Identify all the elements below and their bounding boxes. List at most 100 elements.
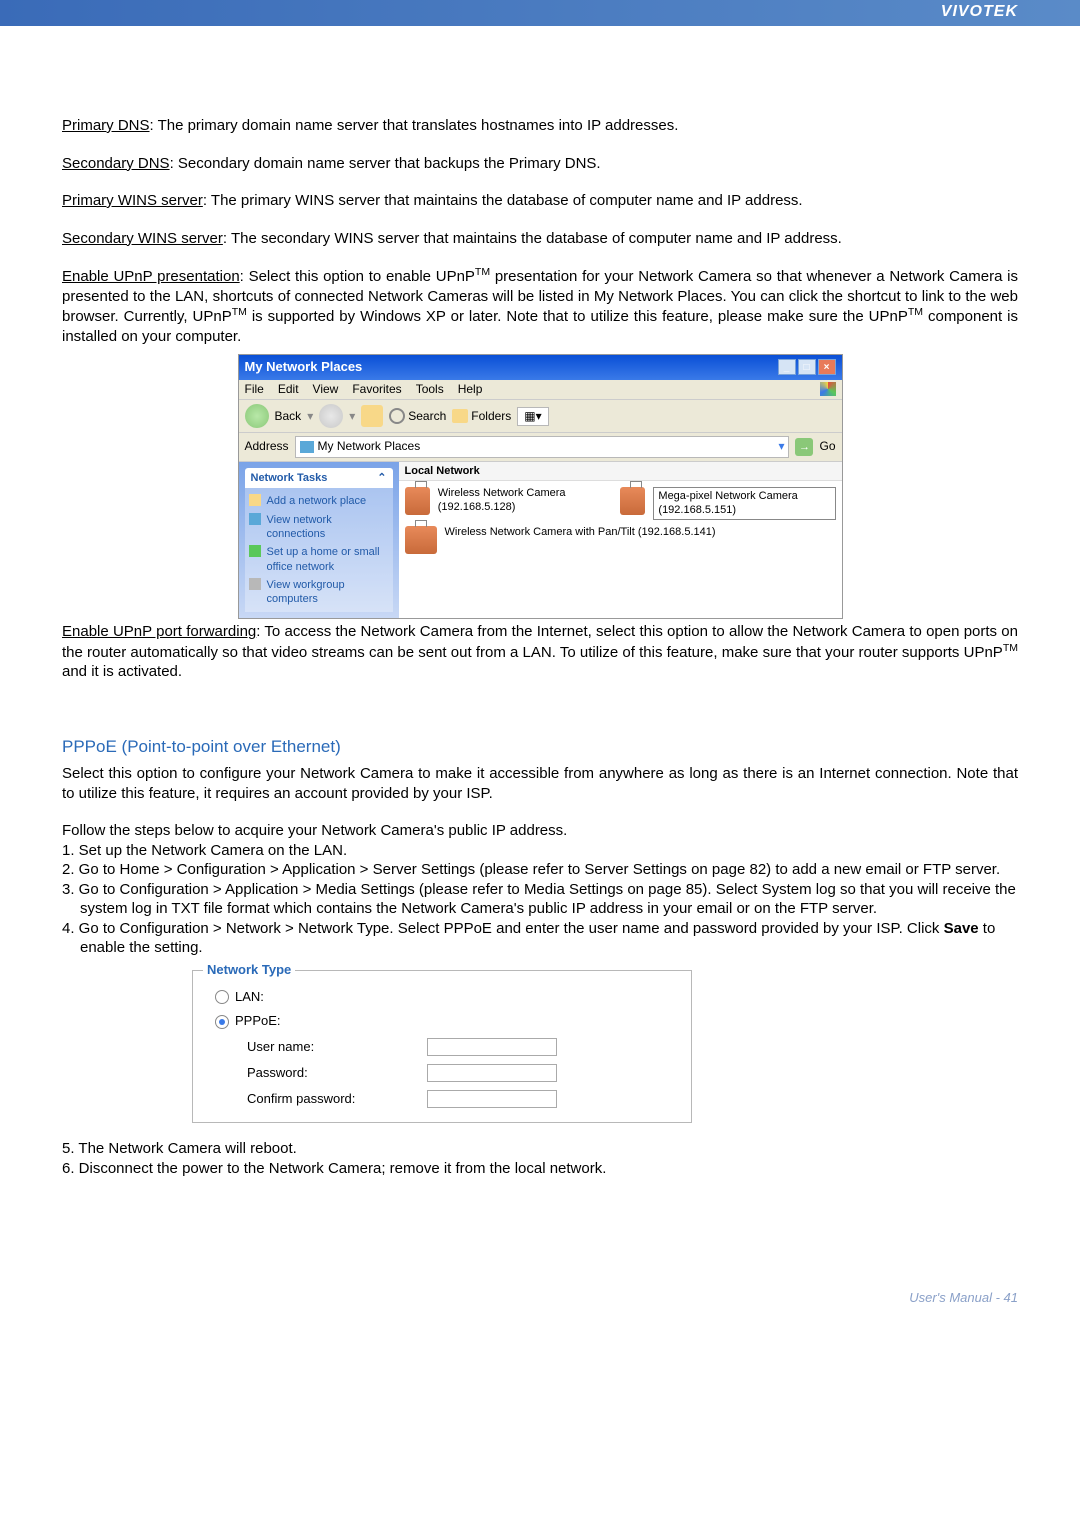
network-tasks-header[interactable]: Network Tasks ⌃ [245, 468, 393, 488]
pppoe-section-title: PPPoE (Point-to-point over Ethernet) [62, 736, 1018, 758]
address-input[interactable]: My Network Places ▾ [295, 436, 790, 458]
page-content: Primary DNS: The primary domain name ser… [0, 26, 1080, 1230]
camera-icon [620, 487, 645, 515]
primary-dns-def: Primary DNS: The primary domain name ser… [62, 116, 1018, 136]
pppoe-steps: Follow the steps below to acquire your N… [62, 821, 1018, 958]
minimize-button[interactable]: _ [778, 359, 796, 375]
menu-edit[interactable]: Edit [278, 382, 299, 398]
shield-icon [249, 545, 261, 557]
pppoe-step-1: 1. Set up the Network Camera on the LAN. [62, 841, 1018, 861]
menu-file[interactable]: File [245, 382, 264, 398]
maximize-button[interactable]: □ [798, 359, 816, 375]
pppoe-step-3: 3. Go to Configuration > Application > M… [62, 880, 1018, 919]
secondary-wins-text: : The secondary WINS server that maintai… [223, 230, 842, 247]
network-type-legend: Network Type [203, 962, 295, 979]
address-label: Address [245, 439, 289, 455]
go-label: Go [819, 439, 835, 455]
page-brand-band: VIVOTEK [0, 0, 1080, 26]
primary-wins-text: : The primary WINS server that maintains… [203, 192, 803, 209]
close-button[interactable]: × [818, 359, 836, 375]
folders-button[interactable]: Folders [452, 409, 511, 425]
network-type-panel: Network Type LAN: PPPoE: User name: Pass… [192, 970, 692, 1124]
views-icon[interactable]: ▦▾ [517, 407, 548, 427]
toolbar: Back ▾ ▾ Search Folders ▦▾ [239, 400, 842, 433]
side-view-connections[interactable]: View network connections [247, 511, 391, 544]
user-name-label: User name: [247, 1039, 427, 1056]
go-button[interactable]: → [795, 438, 813, 456]
camera-item[interactable]: Wireless Network Camera (192.168.5.128) [405, 487, 603, 519]
pppoe-intro: Select this option to configure your Net… [62, 764, 1018, 803]
up-icon[interactable] [361, 405, 383, 427]
password-label: Password: [247, 1065, 427, 1082]
camera-icon [405, 526, 437, 554]
camera-icon [405, 487, 430, 515]
menu-favorites[interactable]: Favorites [352, 382, 401, 398]
confirm-password-input[interactable] [427, 1090, 557, 1108]
lan-radio-row[interactable]: LAN: [209, 985, 675, 1010]
secondary-dns-text: : Secondary domain name server that back… [170, 155, 601, 172]
brand-text: VIVOTEK [941, 3, 1018, 20]
camera-item[interactable]: Mega-pixel Network Camera (192.168.5.151… [620, 487, 835, 519]
radio-unselected-icon[interactable] [215, 990, 229, 1004]
address-value: My Network Places [318, 439, 421, 455]
password-input[interactable] [427, 1064, 557, 1082]
menu-tools[interactable]: Tools [416, 382, 444, 398]
upnp-forwarding-def: Enable UPnP port forwarding: To access t… [62, 622, 1018, 682]
chevron-down-icon[interactable]: ▾ [778, 439, 784, 455]
collapse-icon: ⌃ [377, 471, 386, 485]
secondary-wins-label: Secondary WINS server [62, 230, 223, 247]
menu-bar: File Edit View Favorites Tools Help [239, 380, 842, 401]
footer-text: User's Manual - 41 [909, 1290, 1018, 1305]
back-icon[interactable] [245, 404, 269, 428]
forward-icon[interactable] [319, 404, 343, 428]
primary-dns-label: Primary DNS [62, 117, 150, 134]
my-network-places-window: My Network Places _ □ × File Edit View F… [238, 354, 843, 619]
page-footer: User's Manual - 41 [0, 1230, 1080, 1325]
primary-wins-def: Primary WINS server: The primary WINS se… [62, 191, 1018, 211]
pppoe-step-6: 6. Disconnect the power to the Network C… [62, 1159, 1018, 1179]
pppoe-step-5: 5. The Network Camera will reboot. [62, 1139, 1018, 1159]
upnp-pres-label: Enable UPnP presentation [62, 268, 240, 285]
menu-view[interactable]: View [313, 382, 339, 398]
pppoe-step-4: 4. Go to Configuration > Network > Netwo… [62, 919, 1018, 958]
network-places-icon [300, 441, 314, 453]
camera-item[interactable]: Wireless Network Camera with Pan/Tilt (1… [405, 526, 716, 554]
window-titlebar: My Network Places _ □ × [239, 355, 842, 380]
address-bar: Address My Network Places ▾ → Go [239, 433, 842, 462]
camera-label-callout: Mega-pixel Network Camera (192.168.5.151… [653, 487, 835, 519]
back-label: Back [275, 409, 302, 425]
tasks-sidepanel: Network Tasks ⌃ Add a network place View… [239, 462, 399, 618]
side-setup-network[interactable]: Set up a home or small office network [247, 543, 391, 576]
windows-flag-icon [820, 382, 836, 396]
connections-icon [249, 513, 261, 525]
secondary-dns-def: Secondary DNS: Secondary domain name ser… [62, 154, 1018, 174]
computers-icon [249, 578, 261, 590]
pppoe-steps-cont: 5. The Network Camera will reboot. 6. Di… [62, 1139, 1018, 1178]
local-network-header: Local Network [399, 462, 842, 481]
side-add-network-place[interactable]: Add a network place [247, 492, 391, 510]
camera-label: Wireless Network Camera (192.168.5.128) [438, 487, 603, 513]
confirm-password-label: Confirm password: [247, 1091, 427, 1108]
search-button[interactable]: Search [389, 408, 446, 424]
menu-help[interactable]: Help [458, 382, 483, 398]
pppoe-radio-row[interactable]: PPPoE: [209, 1009, 675, 1034]
primary-wins-label: Primary WINS server [62, 192, 203, 209]
primary-dns-text: : The primary domain name server that tr… [150, 117, 679, 134]
upnp-fwd-label: Enable UPnP port forwarding [62, 623, 256, 640]
folder-icon [249, 494, 261, 506]
user-name-input[interactable] [427, 1038, 557, 1056]
side-view-workgroup[interactable]: View workgroup computers [247, 576, 391, 609]
search-icon [389, 408, 405, 424]
pppoe-step-2: 2. Go to Home > Configuration > Applicat… [62, 860, 1018, 880]
secondary-wins-def: Secondary WINS server: The secondary WIN… [62, 229, 1018, 249]
window-controls: _ □ × [778, 359, 836, 375]
pppoe-follow: Follow the steps below to acquire your N… [62, 821, 1018, 841]
upnp-presentation-def: Enable UPnP presentation: Select this op… [62, 266, 1018, 346]
radio-selected-icon[interactable] [215, 1015, 229, 1029]
lan-label: LAN: [235, 989, 264, 1006]
window-title-text: My Network Places [245, 359, 363, 376]
pppoe-label: PPPoE: [235, 1013, 281, 1030]
folders-icon [452, 409, 468, 423]
camera-label: Wireless Network Camera with Pan/Tilt (1… [445, 526, 716, 539]
secondary-dns-label: Secondary DNS [62, 155, 170, 172]
